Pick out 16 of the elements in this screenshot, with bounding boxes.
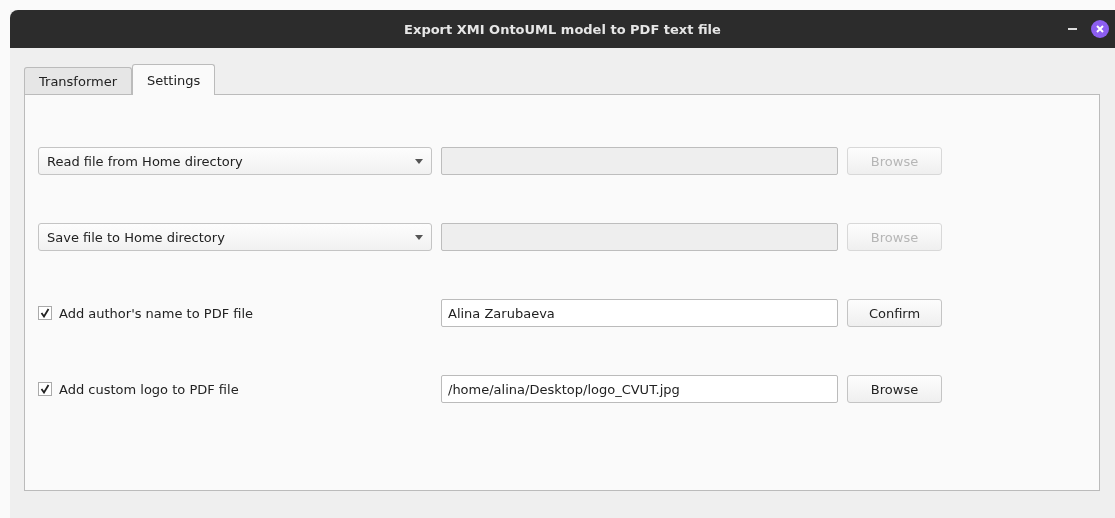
caret-icon xyxy=(415,158,423,164)
caret-icon xyxy=(415,234,423,240)
tab[interactable]: Transformer xyxy=(24,67,132,94)
checkbox-label: Add author's name to PDF file xyxy=(59,305,254,321)
close-icon[interactable] xyxy=(1091,20,1109,38)
action-button[interactable]: Browse xyxy=(847,375,942,403)
window-title: Export XMI OntoUML model to PDF text file xyxy=(404,21,721,37)
input-field[interactable]: Alina Zarubaeva xyxy=(441,299,838,327)
checkbox-label: Add custom logo to PDF file xyxy=(59,381,239,397)
tab[interactable]: Settings xyxy=(132,64,216,95)
action-button[interactable]: Confirm xyxy=(847,299,942,327)
checkbox[interactable] xyxy=(38,382,52,396)
checkbox[interactable] xyxy=(38,306,52,320)
dropdown[interactable]: Save file to Home directory xyxy=(38,223,432,251)
input-field[interactable]: /home/alina/Desktop/logo_CVUT.jpg xyxy=(441,375,838,403)
dropdown[interactable]: Read file from Home directory xyxy=(38,147,432,175)
